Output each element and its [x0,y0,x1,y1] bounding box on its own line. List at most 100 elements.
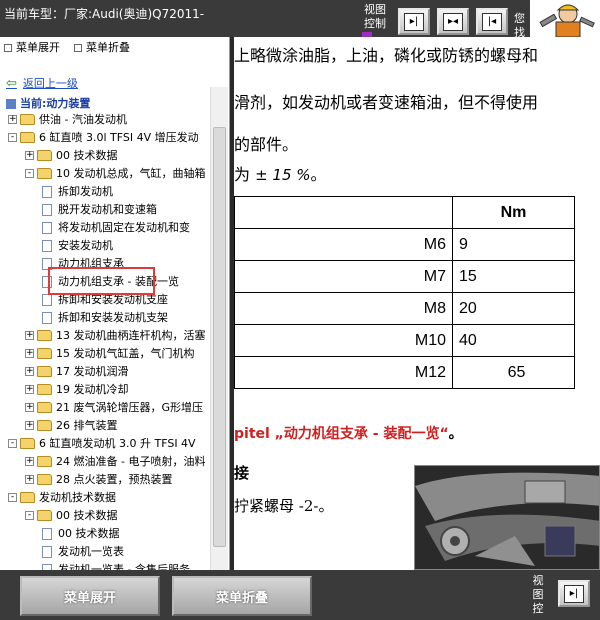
tree-doc-item[interactable]: 发动机一览表 [42,543,124,560]
collapse-toggle-icon[interactable]: - [8,133,17,142]
assembly-overview-link[interactable]: pitel „动力机组支承 - 装配一览“。 [234,423,463,443]
tree-item-label: 发动机一览表 [58,545,124,558]
tree-folder-item[interactable]: - 10 发动机总成，气缸，曲轴箱 [25,165,206,182]
menu-expand-button[interactable]: 菜单展开 [20,576,160,616]
torque-value-cell: 9 [452,228,575,261]
tighten-nut-instruction: 拧紧螺母 -2-。 [234,497,334,515]
tree-doc-item[interactable]: 00 技术数据 [42,525,120,542]
tree-folder-item[interactable]: - 6 缸直喷发动机 3.0 升 TFSI 4V [8,435,196,452]
expand-toggle-icon[interactable]: + [8,115,17,124]
tree-folder-item[interactable]: +15 发动机气缸盖，气门机构 [25,345,195,362]
tree-item-label: 00 技术数据 [56,509,118,522]
tree-folder-item[interactable]: +21 废气涡轮增压器，G形增压 [25,399,203,416]
sidebar-menu-collapse[interactable]: 菜单折叠 [74,39,130,55]
sidebar-scrollbar[interactable] [210,87,228,570]
bottom-view-right-pane-button[interactable]: ▸| [558,580,590,607]
sidebar: 菜单展开 菜单折叠 ⇦ 返回上一级 当前:动力装置 + 供油 - 汽油发动机 - 6 … [0,37,230,570]
expand-toggle-icon[interactable]: + [25,421,34,430]
scrollbar-thumb[interactable] [213,127,226,547]
thread-size-cell: M10 [234,324,453,357]
sidebar-menu-expand[interactable]: 菜单展开 [4,39,60,55]
arrow-right-icon: ▸| [564,584,584,603]
sidebar-menu-expand-label: 菜单展开 [16,41,60,54]
tree-folder-item[interactable]: +26 排气装置 [25,417,118,434]
top-bar: 当前车型：厂家:Audi(奥迪)Q72011- 视图 控制 ▸| ▸◂ |◂ 您… [0,0,600,40]
document-icon [42,545,52,558]
back-link[interactable]: ⇦ 返回上一级 [6,75,78,91]
expand-toggle-icon[interactable]: + [25,457,34,466]
tree-item-label: 发动机一览表 - 含售后服务 [58,563,190,570]
tree-folder-item[interactable]: + 供油 - 汽油发动机 [8,111,127,128]
tree-item-label: 拆卸发动机 [58,185,113,198]
content-line-1: 上略微涂油脂，上油，磷化或防锈的螺母和 [234,46,539,65]
tree-doc-item[interactable]: 脱开发动机和变速箱 [42,201,157,218]
help-label: 您 找 [514,12,525,40]
thread-size-cell: M6 [234,228,453,261]
tree-folder-item[interactable]: - 6 缸直喷 3.0l TFSI 4V 增压发动 [8,129,199,146]
tree-item-label: 17 发动机润滑 [56,365,129,378]
tree-folder-item[interactable]: +00 技术数据 [25,147,118,164]
folder-icon [37,510,52,521]
folder-icon [20,132,35,143]
expand-toggle-icon[interactable]: + [25,475,34,484]
view-control-line1: 视图 [364,3,386,16]
tree-folder-item[interactable]: - 00 技术数据 [25,507,118,524]
tree-folder-item[interactable]: +19 发动机冷却 [25,381,129,398]
tree-doc-item[interactable]: 发动机一览表 - 含售后服务 [42,561,190,570]
torque-value-cell: 40 [452,324,575,357]
expand-toggle-icon[interactable]: + [25,403,34,412]
expand-toggle-icon[interactable]: + [25,349,34,358]
collapse-toggle-icon[interactable]: - [25,511,34,520]
grid-icon [74,44,82,52]
navigation-tree: + 供油 - 汽油发动机 - 6 缸直喷 3.0l TFSI 4V 增压发动 +00 技… [0,111,210,570]
folder-icon [20,438,35,449]
collapse-toggle-icon[interactable]: - [8,493,17,502]
selection-highlight [48,267,155,295]
folder-icon [37,402,52,413]
tree-folder-item[interactable]: +13 发动机曲柄连杆机构，活塞 [25,327,206,344]
tree-folder-item[interactable]: +17 发动机润滑 [25,363,129,380]
tree-item-label: 发动机技术数据 [39,491,116,504]
view-split-button[interactable]: ▸◂ [437,8,469,35]
tree-item-label: 00 技术数据 [58,527,120,540]
folder-icon [37,348,52,359]
collapse-toggle-icon[interactable]: - [8,439,17,448]
tree-doc-item[interactable]: 拆卸和安装发动机支架 [42,309,168,326]
tree-doc-item[interactable]: 将发动机固定在发动机和变 [42,219,190,236]
tree-folder-item[interactable]: +24 燃油准备 - 电子喷射，油料 [25,453,205,470]
tree-folder-item[interactable]: - 发动机技术数据 [8,489,116,506]
table-row: M12 65 [234,356,575,389]
view-right-pane-button[interactable]: ▸| [398,8,430,35]
bottom-view-control-line1: 视 [532,574,544,587]
tree-item-label: 安装发动机 [58,239,113,252]
folder-icon [37,384,52,395]
tree-doc-item[interactable]: 安装发动机 [42,237,113,254]
expand-toggle-icon[interactable]: + [25,367,34,376]
grid-icon [4,44,12,52]
tree-item-label: 19 发动机冷却 [56,383,129,396]
expand-toggle-icon[interactable]: + [25,385,34,394]
tolerance-prefix: 为 [234,165,256,184]
tree-doc-item[interactable]: 拆卸发动机 [42,183,113,200]
bottom-view-control-line2: 图 [532,588,544,601]
expand-toggle-icon[interactable]: + [25,331,34,340]
sidebar-menu-collapse-label: 菜单折叠 [86,41,130,54]
tree-item-label: 00 技术数据 [56,149,118,162]
document-icon [42,185,52,198]
mechanic-mascot-icon[interactable] [530,0,600,37]
expand-toggle-icon[interactable]: + [25,151,34,160]
view-left-pane-button[interactable]: |◂ [476,8,508,35]
current-section-label: 当前:动力装置 [20,97,91,110]
current-vehicle-label: 当前车型：厂家:Audi(奥迪)Q72011- [4,7,205,21]
document-content: 上略微涂油脂，上油，磷化或防锈的螺母和 滑剂，如发动机或者变速箱油，但不得使用 … [234,37,600,570]
menu-collapse-button[interactable]: 菜单折叠 [172,576,312,616]
document-icon [42,293,52,306]
tree-folder-item[interactable]: +28 点火装置，预热装置 [25,471,173,488]
torque-table: Nm M6 9 M7 15 M8 20 M10 40 M12 65 [234,196,575,389]
nm-header-cell: Nm [452,196,575,229]
collapse-toggle-icon[interactable]: - [25,169,34,178]
back-link-label: 返回上一级 [22,77,78,90]
folder-icon [37,168,52,179]
arrow-left-icon: |◂ [482,12,502,31]
tree-item-label: 13 发动机曲柄连杆机构，活塞 [56,329,206,342]
